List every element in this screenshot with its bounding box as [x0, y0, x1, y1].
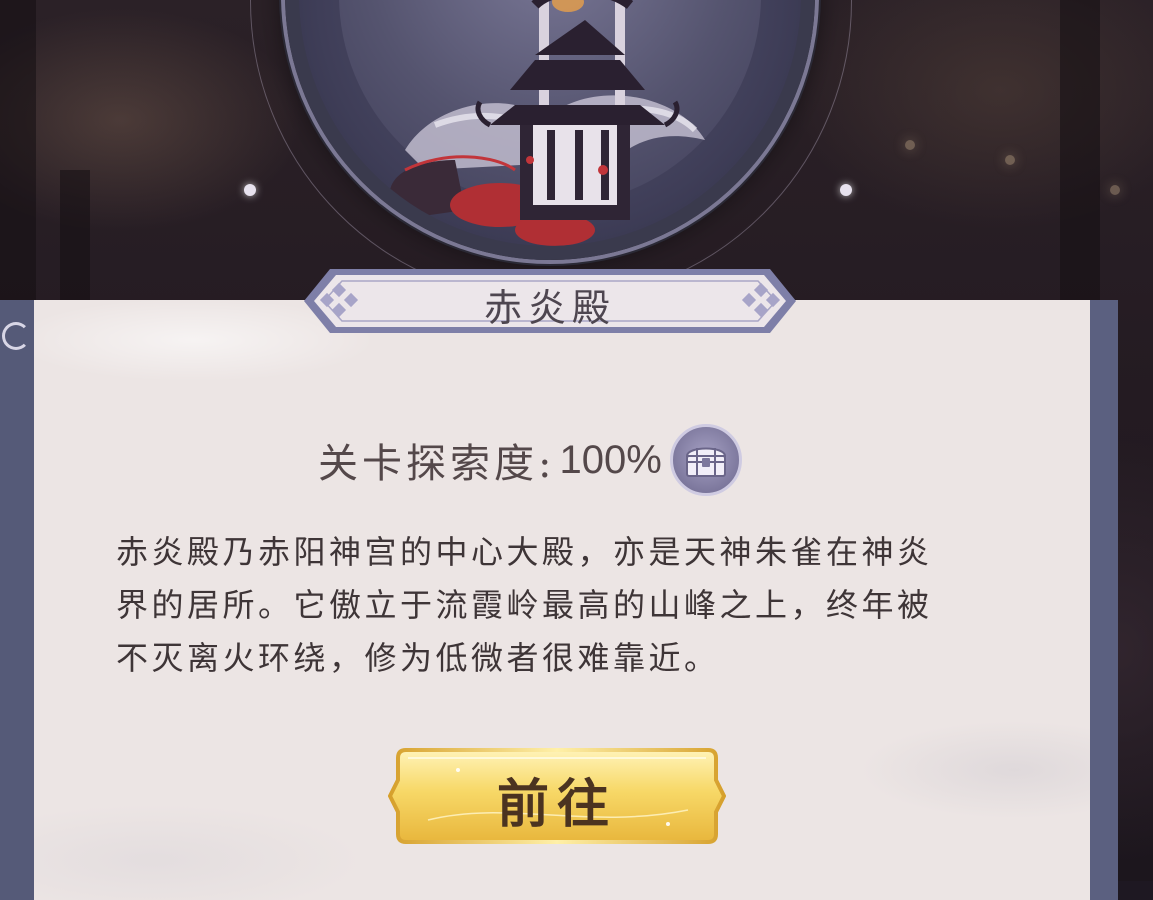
go-button-label: 前往: [496, 774, 617, 835]
exploration-value: 100%: [559, 437, 662, 482]
background-lantern: [1110, 185, 1120, 195]
treasure-chest-icon: [685, 447, 726, 477]
background-pillar: [60, 170, 90, 310]
go-button[interactable]: 前往: [388, 740, 726, 852]
background-lantern: [1005, 155, 1015, 165]
background-lantern: [905, 140, 915, 150]
level-description: 赤炎殿乃赤阳神宫的中心大殿，亦是天神朱雀在神炎 界的居所。它傲立于流霞岭最高的山…: [116, 526, 1016, 685]
orbit-dot-left: [244, 184, 256, 196]
exploration-label: 关卡探索度:: [318, 441, 556, 487]
level-title: 赤炎殿: [483, 286, 616, 330]
temple-illustration-icon: [389, 0, 705, 246]
exploration-row: 关卡探索度: 100%: [318, 424, 742, 496]
orbit-dot-right: [840, 184, 852, 196]
title-plaque: 赤炎殿: [290, 263, 810, 339]
level-image-frame: [285, 0, 815, 260]
description-line: 赤炎殿乃赤阳神宫的中心大殿，亦是天神朱雀在神炎: [116, 533, 933, 571]
reward-chest-button[interactable]: [669, 424, 742, 496]
crescent-ornament-icon: [2, 322, 30, 350]
description-line: 不灭离火环绕，修为低微者很难靠近。: [116, 639, 720, 677]
description-line: 界的居所。它傲立于流霞岭最高的山峰之上，终年被: [116, 586, 933, 624]
background-pillar: [1060, 0, 1100, 300]
background-pillar: [0, 0, 36, 300]
